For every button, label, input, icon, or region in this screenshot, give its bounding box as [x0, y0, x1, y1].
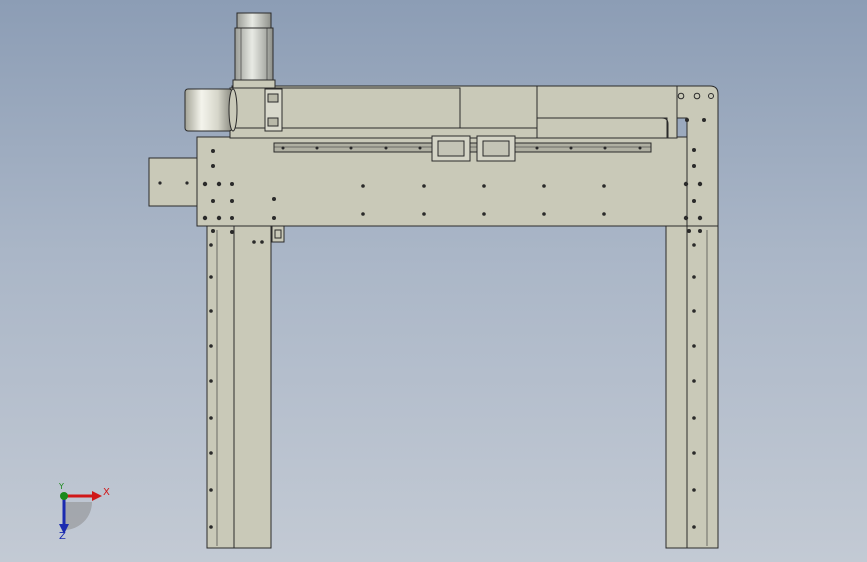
coordinate-triad-icon: [59, 491, 102, 534]
leg-holes: [209, 240, 696, 529]
y-axis-label: Y: [59, 482, 64, 491]
right-leg: [665, 225, 719, 549]
cad-graphics-viewport[interactable]: X Y Z: [0, 0, 867, 562]
z-axis-label: Z: [59, 531, 66, 542]
x-axis-label: X: [103, 487, 110, 498]
left-leg: [206, 225, 272, 549]
drive-pulley: [184, 88, 238, 132]
servo-motor: [232, 12, 276, 89]
gantry-model[interactable]: [0, 0, 867, 562]
leg-clamp: [271, 225, 285, 243]
coordinate-triad[interactable]: X Y Z: [46, 480, 126, 550]
side-bracket: [148, 157, 198, 207]
